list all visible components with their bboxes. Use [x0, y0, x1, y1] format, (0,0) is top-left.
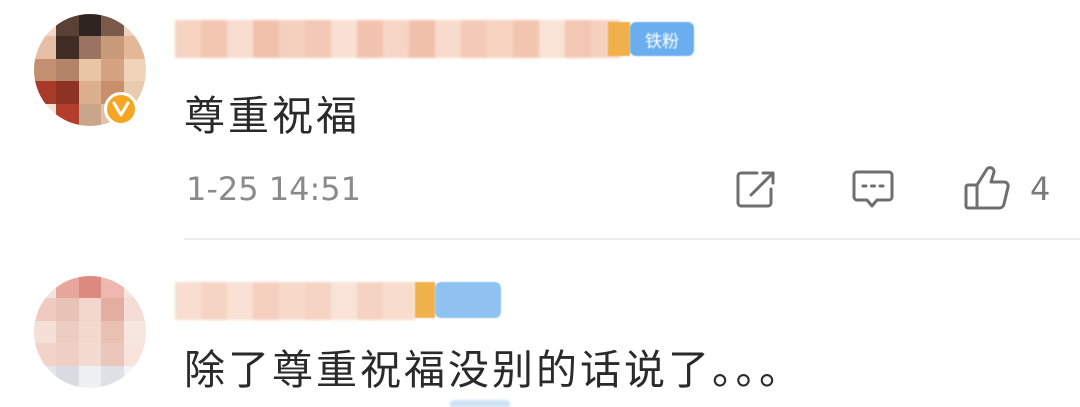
fan-badge: 铁粉	[630, 22, 694, 56]
comment-text: 除了尊重祝福没别的话说了。。。	[184, 346, 803, 394]
username-blurred[interactable]	[175, 282, 415, 320]
timestamp: 1-25 14:51	[186, 170, 362, 208]
comment-icon	[852, 170, 894, 208]
username-blurred[interactable]	[175, 20, 620, 58]
level-badge	[415, 282, 435, 318]
comment-item: 除了尊重祝福没别的话说了。。。	[0, 240, 1080, 407]
level-badge	[608, 22, 630, 56]
like-count: 4	[1030, 170, 1051, 208]
next-row-blur	[450, 400, 510, 407]
fan-badge	[435, 282, 501, 318]
like-button[interactable]	[962, 164, 1012, 212]
comment-item: 铁粉 尊重祝福 1-25 14:51 4	[0, 0, 1080, 240]
thumbs-up-icon	[964, 166, 1010, 210]
avatar[interactable]	[34, 276, 146, 388]
reply-button[interactable]	[850, 168, 896, 212]
comment-text: 尊重祝福	[184, 92, 360, 140]
share-icon	[736, 171, 775, 208]
share-button[interactable]	[734, 168, 780, 210]
verified-badge-icon	[104, 92, 138, 126]
